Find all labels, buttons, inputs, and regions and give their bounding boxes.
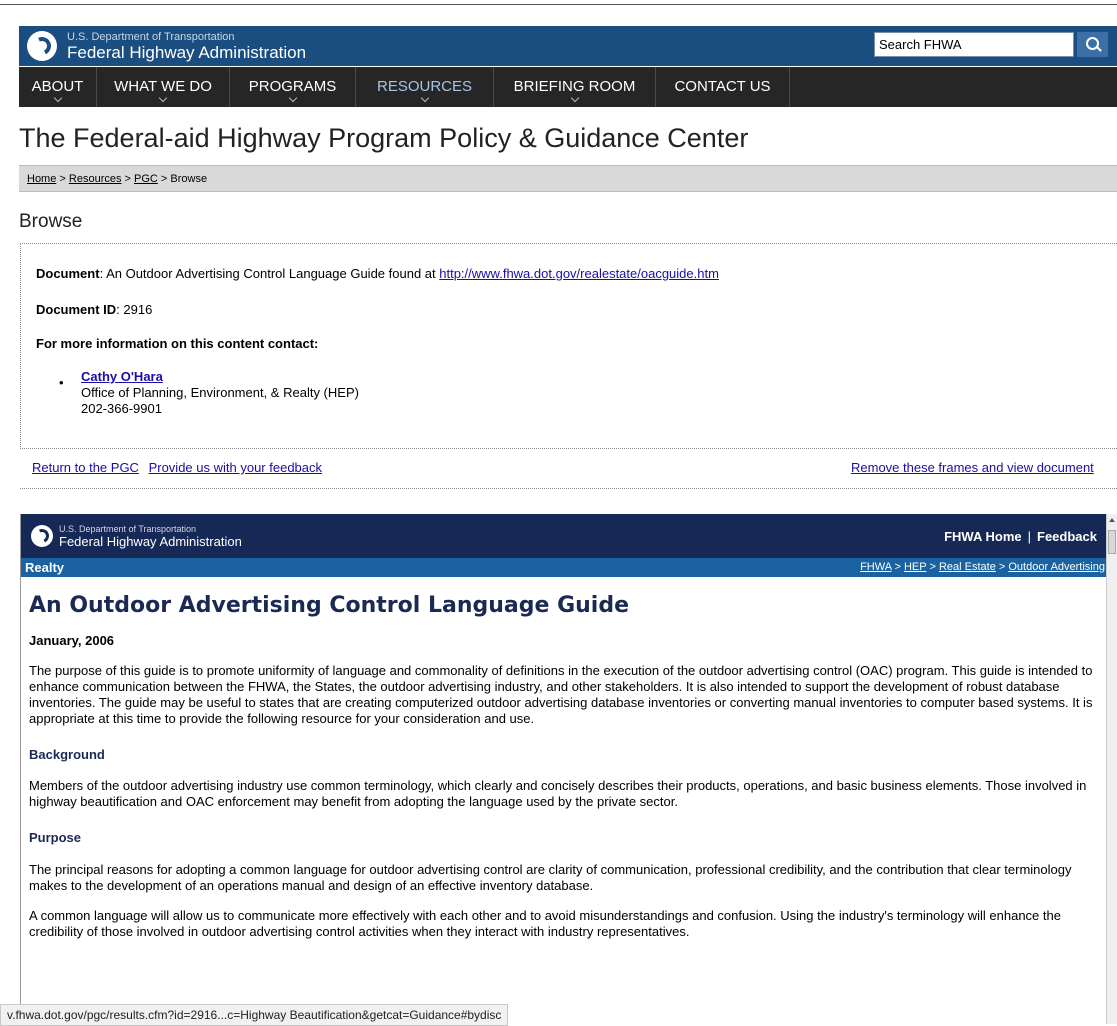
crumb-hep[interactable]: HEP [904,561,926,573]
nav-resources[interactable]: RESOURCES [356,67,494,107]
window-top-edge [0,0,1117,5]
crumb-outdoor-advertising[interactable]: Outdoor Advertising [1008,561,1105,573]
document-frame: U.S. Department of Transportation Federa… [20,514,1107,1024]
chevron-down-icon [288,93,297,103]
remove-frames-wrap: Remove these frames and view document [851,460,1094,475]
contact-heading: For more information on this content con… [36,336,319,351]
feedback-link[interactable]: Provide us with your feedback [149,460,322,475]
chevron-down-icon [570,93,579,103]
section-bar: Realty FHWA > HEP > Real Estate > Outdoo… [21,558,1107,577]
nav-about[interactable]: ABOUT [19,67,97,107]
bullet-icon: • [59,375,64,390]
breadcrumb: Home > Resources > PGC > Browse [27,173,207,185]
background-heading: Background [29,747,105,762]
intro-paragraph: The purpose of this guide is to promote … [29,663,1093,726]
nav-label: CONTACT US [674,78,771,95]
purpose-heading: Purpose [29,830,82,845]
nav-briefing-room[interactable]: BRIEFING ROOM [494,67,656,107]
nav-programs[interactable]: PROGRAMS [230,67,356,107]
browse-heading: Browse [19,211,83,232]
main-nav: ABOUT WHAT WE DO PROGRAMS RESOURCES BRIE… [19,67,1117,107]
logo-swoosh [33,527,51,545]
frame-breadcrumb: FHWA > HEP > Real Estate > Outdoor Adver… [860,561,1105,573]
breadcrumb-sep: > [56,173,69,185]
scroll-thumb[interactable] [1108,530,1116,554]
chevron-down-icon [53,93,62,103]
breadcrumb-current: Browse [170,173,208,185]
nav-what-we-do[interactable]: WHAT WE DO [97,67,230,107]
breadcrumb-pgc[interactable]: PGC [134,173,158,185]
contact-name-link[interactable]: Cathy O'Hara [81,369,163,384]
frame-header-links: FHWA Home | Feedback [944,529,1097,544]
page-title: The Federal-aid Highway Program Policy &… [19,123,749,153]
frame-feedback-link[interactable]: Feedback [1037,529,1097,544]
nav-contact-us[interactable]: CONTACT US [656,67,790,107]
search-box [874,32,1108,57]
document-id-line: Document ID: 2916 [36,302,152,317]
scroll-up-arrow-icon[interactable] [1109,518,1115,522]
breadcrumb-sep: > [121,173,135,185]
search-input[interactable] [874,32,1074,57]
nav-label: WHAT WE DO [114,78,212,95]
contact-office: Office of Planning, Environment, & Realt… [81,385,359,400]
chevron-down-icon [420,93,429,103]
crumb-fhwa[interactable]: FHWA [860,561,891,573]
contact-phone: 202-366-9901 [81,401,162,416]
document-url-link[interactable]: http://www.fhwa.dot.gov/realestate/oacgu… [439,266,719,281]
purpose-paragraph-2: A common language will allow us to commu… [29,908,1061,939]
dot-logo-icon[interactable] [31,525,53,547]
frame-scrollbar[interactable] [1106,514,1117,1024]
remove-frames-link[interactable]: Remove these frames and view document [851,460,1094,475]
chevron-down-icon [158,93,168,103]
search-button[interactable] [1077,32,1108,57]
document-line: Document: An Outdoor Advertising Control… [36,266,719,281]
crumb-real-estate[interactable]: Real Estate [939,561,996,573]
purpose-paragraph-1: The principal reasons for adopting a com… [29,862,1072,893]
breadcrumb-sep: > [157,173,171,185]
frame-agency: Federal Highway Administration [59,534,242,549]
frame-header: U.S. Department of Transportation Federa… [21,514,1107,558]
document-id-label: Document ID [36,302,117,317]
department-name: U.S. Department of Transportation [67,31,235,43]
fhwa-home-link[interactable]: FHWA Home [944,529,1022,544]
breadcrumb-bar: Home > Resources > PGC > Browse [19,165,1117,192]
document-label: Document [36,266,100,281]
document-text: : An Outdoor Advertising Control Languag… [99,266,440,281]
background-paragraph: Members of the outdoor advertising indus… [29,778,1087,809]
divider [20,488,1117,489]
action-links: Return to the PGC Provide us with your f… [32,460,328,475]
site-header: U.S. Department of Transportation Federa… [19,26,1117,66]
document-info-box: Document: An Outdoor Advertising Control… [20,243,1117,449]
return-to-pgc-link[interactable]: Return to the PGC [32,460,139,475]
document-id-value: : 2916 [116,302,153,317]
document-date: January, 2006 [29,633,115,648]
agency-name[interactable]: Federal Highway Administration [67,43,306,63]
breadcrumb-home[interactable]: Home [27,173,56,185]
status-bar-url: v.fhwa.dot.gov/pgc/results.cfm?id=2916..… [0,1004,509,1026]
pipe-separator: | [1027,529,1032,544]
frame-department: U.S. Department of Transportation [59,524,197,534]
dot-logo-icon[interactable] [27,31,57,61]
section-title: Realty [25,560,65,575]
search-icon-handle [1096,46,1102,52]
contact-block: Cathy O'Hara Office of Planning, Environ… [81,369,359,417]
document-title: An Outdoor Advertising Control Language … [29,593,630,618]
breadcrumb-resources[interactable]: Resources [69,173,122,185]
logo-swoosh [30,34,54,58]
